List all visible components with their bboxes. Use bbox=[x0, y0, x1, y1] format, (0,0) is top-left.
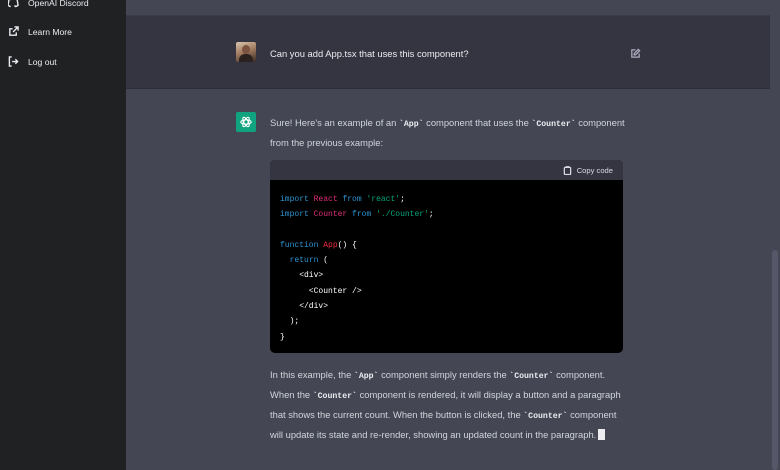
sidebar-item-label: Learn More bbox=[28, 27, 72, 37]
sidebar-item-label: Log out bbox=[28, 57, 57, 67]
code-block-header: Copy code bbox=[270, 160, 623, 180]
logout-icon bbox=[8, 56, 20, 68]
discord-icon bbox=[8, 0, 20, 9]
sidebar: OpenAI Discord Learn More Log out bbox=[0, 0, 126, 470]
code-line: } bbox=[280, 332, 285, 342]
assistant-intro: Sure! Here's an example of an `App` comp… bbox=[270, 117, 625, 148]
sidebar-item-label: OpenAI Discord bbox=[28, 0, 89, 8]
code-block: Copy code import React from 'react'; impo… bbox=[270, 160, 623, 353]
code-content: import React from 'react'; import Counter… bbox=[270, 180, 623, 353]
user-avatar bbox=[236, 42, 256, 62]
sidebar-item-discord[interactable]: OpenAI Discord bbox=[8, 0, 89, 14]
code-line: import React from 'react'; bbox=[280, 195, 405, 204]
sidebar-item-logout[interactable]: Log out bbox=[8, 51, 57, 73]
inline-code: `Counter` bbox=[531, 120, 576, 129]
scrollbar-thumb[interactable] bbox=[772, 250, 778, 470]
inline-code: `App` bbox=[398, 120, 424, 129]
inline-code: `Counter` bbox=[509, 372, 554, 381]
copy-code-button[interactable]: Copy code bbox=[563, 166, 613, 175]
code-line: <div> bbox=[280, 271, 324, 281]
code-line: <Counter /> bbox=[280, 286, 362, 296]
assistant-avatar bbox=[236, 112, 256, 132]
inline-code: `App` bbox=[353, 372, 379, 381]
typing-cursor bbox=[598, 429, 606, 440]
user-message-row: Can you add App.tsx that uses this compo… bbox=[126, 16, 770, 89]
code-line: ); bbox=[280, 317, 300, 327]
copy-code-label: Copy code bbox=[576, 165, 613, 175]
assistant-explanation: In this example, the `App` component sim… bbox=[270, 369, 621, 440]
openai-logo-icon bbox=[240, 116, 252, 128]
edit-icon[interactable] bbox=[630, 46, 642, 58]
user-message-text: Can you add App.tsx that uses this compo… bbox=[270, 48, 469, 59]
code-line: function App() { bbox=[280, 240, 357, 250]
previous-message-edge bbox=[126, 0, 770, 16]
code-line: import Counter from './Counter'; bbox=[280, 210, 434, 220]
chat-main: Can you add App.tsx that uses this compo… bbox=[126, 0, 770, 470]
sidebar-item-learn-more[interactable]: Learn More bbox=[8, 21, 72, 43]
inline-code: `Counter` bbox=[312, 392, 357, 401]
code-line: return ( bbox=[289, 256, 329, 266]
inline-code: `Counter` bbox=[523, 412, 568, 421]
external-link-icon bbox=[8, 26, 20, 38]
clipboard-icon bbox=[563, 165, 571, 175]
code-line: </div> bbox=[280, 302, 329, 312]
